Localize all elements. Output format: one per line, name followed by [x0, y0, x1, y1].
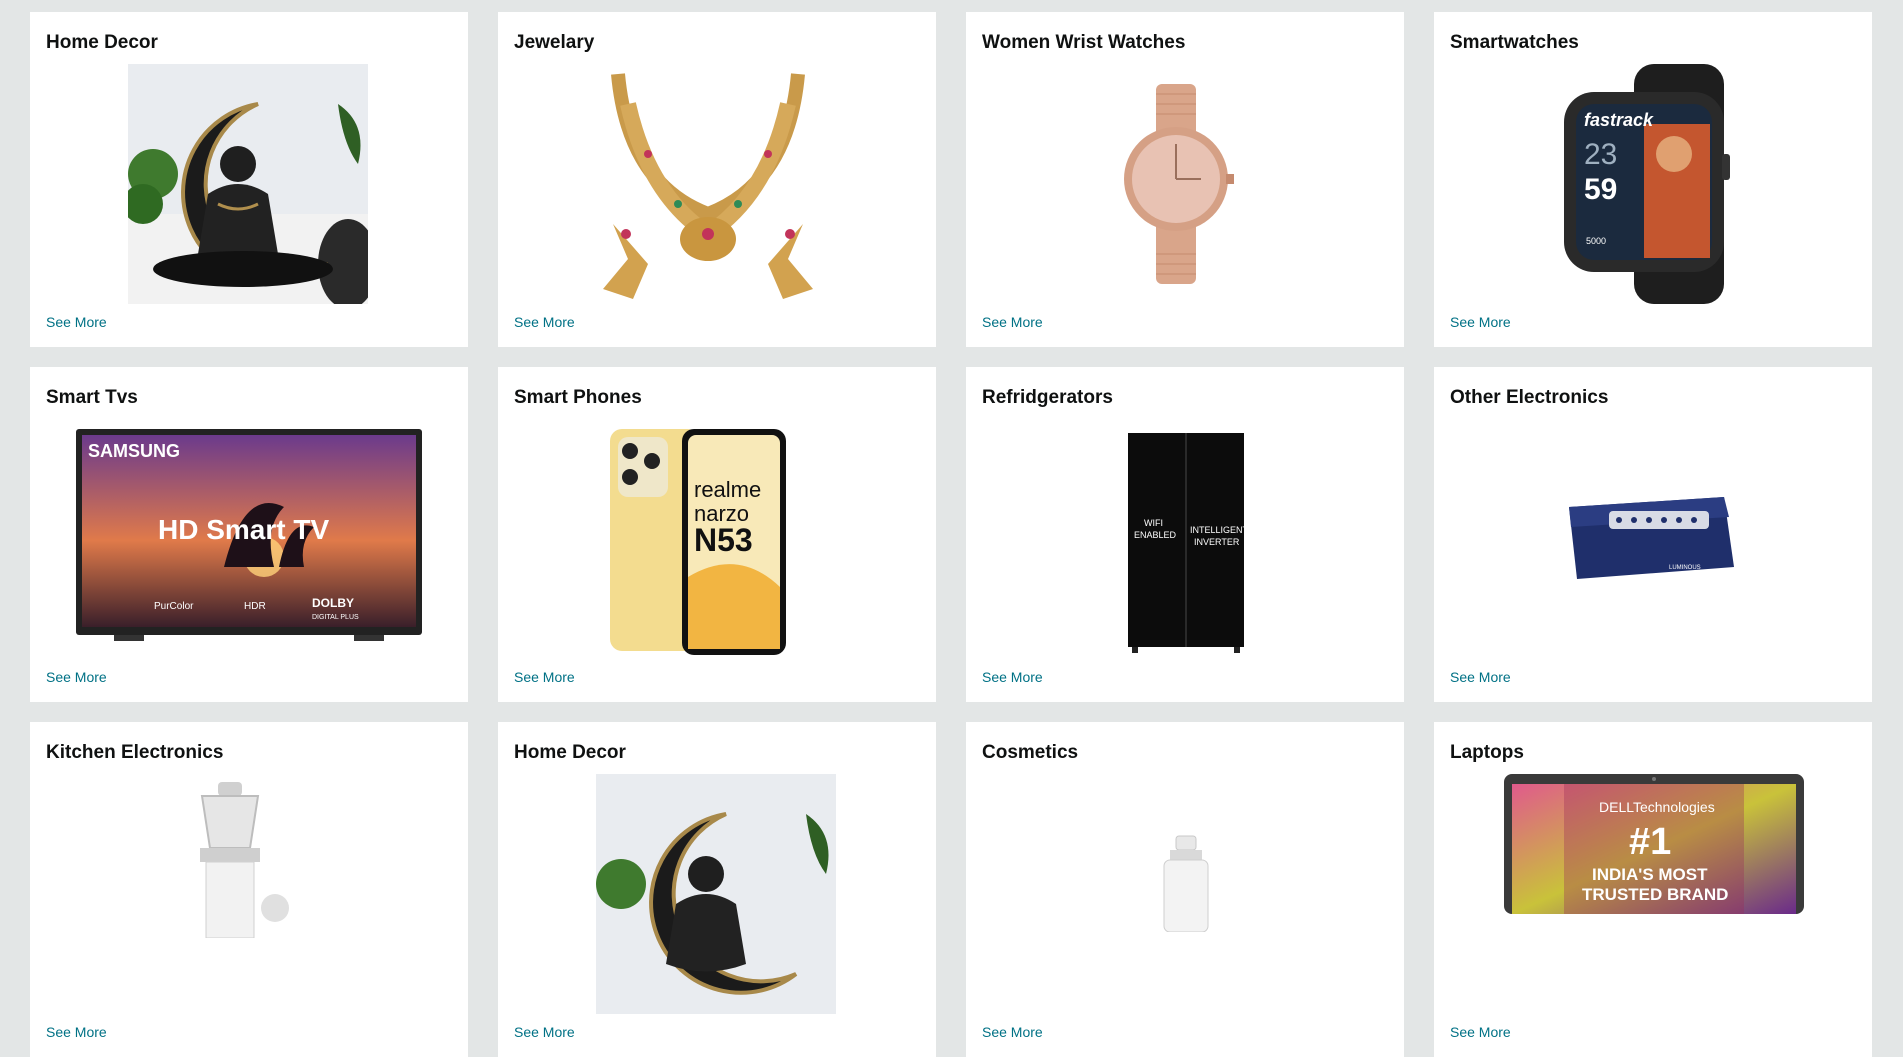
fridge-right-2: INVERTER — [1194, 537, 1240, 547]
see-more-link[interactable]: See More — [982, 314, 1043, 330]
category-card-women-wrist-watches: Women Wrist Watches See More — [966, 12, 1404, 347]
buddha-statue-image[interactable] — [128, 64, 368, 304]
fridge-left-2: ENABLED — [1134, 530, 1177, 540]
fridge-right-1: INTELLIGENT — [1190, 525, 1246, 535]
card-title: Cosmetics — [982, 742, 1079, 763]
laptop-image[interactable]: DELLTechnologies #1 INDIA'S MOST TRUSTED… — [1504, 774, 1804, 914]
see-more-link[interactable]: See More — [1450, 314, 1511, 330]
see-more-link[interactable]: See More — [46, 1024, 107, 1040]
tv-purcolor: PurColor — [154, 601, 194, 612]
smartphone-image[interactable]: realme narzo N53 — [608, 427, 788, 657]
rose-gold-watch-image[interactable] — [1056, 64, 1296, 304]
tv-dolby: DOLBY — [312, 596, 354, 610]
category-card-cosmetics: Cosmetics See More — [966, 722, 1404, 1057]
card-title: Home Decor — [46, 32, 158, 53]
tv-headline: HD Smart TV — [158, 514, 329, 545]
see-more-link[interactable]: See More — [514, 314, 575, 330]
see-more-link[interactable]: See More — [982, 669, 1043, 685]
category-card-smart-tvs: Smart Tvs SAMSUNG HD Smart TV PurColor H… — [30, 367, 468, 702]
inverter-image[interactable]: LUMINOUS — [1559, 487, 1739, 587]
watch-time-2: 59 — [1584, 173, 1617, 206]
phone-line1: realme — [694, 477, 761, 502]
buddha-statue-image[interactable] — [596, 774, 836, 1014]
card-title: Refridgerators — [982, 387, 1113, 408]
card-title: Kitchen Electronics — [46, 742, 224, 763]
laptop-rank: #1 — [1629, 821, 1671, 863]
category-card-home-decor: Home Decor See More — [30, 12, 468, 347]
tv-brand: SAMSUNG — [88, 441, 180, 461]
serum-bottle-image[interactable] — [1156, 832, 1216, 932]
category-card-laptops: Laptops DELLTechnologies #1 INDIA'S MOST — [1434, 722, 1872, 1057]
card-title: Women Wrist Watches — [982, 32, 1186, 53]
laptop-line2: TRUSTED BRAND — [1582, 885, 1728, 904]
watch-brand: fastrack — [1584, 110, 1654, 130]
gold-necklace-image[interactable] — [588, 64, 828, 304]
see-more-link[interactable]: See More — [514, 1024, 575, 1040]
category-card-kitchen-electronics: Kitchen Electronics See More — [30, 722, 468, 1057]
refrigerator-image[interactable]: WIFI ENABLED INTELLIGENT INVERTER — [1126, 431, 1246, 656]
card-title: Laptops — [1450, 742, 1524, 763]
smartwatch-image[interactable]: fastrack 23 59 5000 — [1524, 64, 1764, 304]
phone-line3: N53 — [694, 522, 753, 558]
see-more-link[interactable]: See More — [514, 669, 575, 685]
category-card-smartwatches: Smartwatches fastrack 23 59 5000 See Mor… — [1434, 12, 1872, 347]
category-card-home-decor-2: Home Decor See More — [498, 722, 936, 1057]
see-more-link[interactable]: See More — [982, 1024, 1043, 1040]
card-title: Smart Tvs — [46, 387, 138, 408]
laptop-brand: DELLTechnologies — [1599, 799, 1715, 815]
card-title: Home Decor — [514, 742, 626, 763]
card-title: Jewelary — [514, 32, 595, 53]
smart-tv-image[interactable]: SAMSUNG HD Smart TV PurColor HDR DOLBY D… — [74, 427, 424, 657]
mixer-grinder-image[interactable] — [180, 778, 320, 938]
see-more-link[interactable]: See More — [46, 314, 107, 330]
see-more-link[interactable]: See More — [1450, 1024, 1511, 1040]
category-card-other-electronics: Other Electronics LUMINOUS See More — [1434, 367, 1872, 702]
card-title: Smart Phones — [514, 387, 642, 408]
tv-hdr: HDR — [244, 601, 266, 612]
fridge-left-1: WIFI — [1144, 518, 1163, 528]
category-grid: Home Decor See More Jewelary See More Wo… — [0, 0, 1903, 1057]
watch-time-1: 23 — [1584, 138, 1617, 171]
category-card-refridgerators: Refridgerators WIFI ENABLED INTELLIGENT … — [966, 367, 1404, 702]
category-card-jewelary: Jewelary See More — [498, 12, 936, 347]
laptop-line1: INDIA'S MOST — [1592, 865, 1708, 884]
see-more-link[interactable]: See More — [1450, 669, 1511, 685]
tv-dolby-sub: DIGITAL PLUS — [312, 614, 359, 621]
category-card-smart-phones: Smart Phones realme narzo N53 See More — [498, 367, 936, 702]
card-title: Smartwatches — [1450, 32, 1579, 53]
card-title: Other Electronics — [1450, 387, 1609, 408]
inverter-brand: LUMINOUS — [1669, 565, 1701, 571]
watch-steps: 5000 — [1586, 236, 1606, 246]
see-more-link[interactable]: See More — [46, 669, 107, 685]
